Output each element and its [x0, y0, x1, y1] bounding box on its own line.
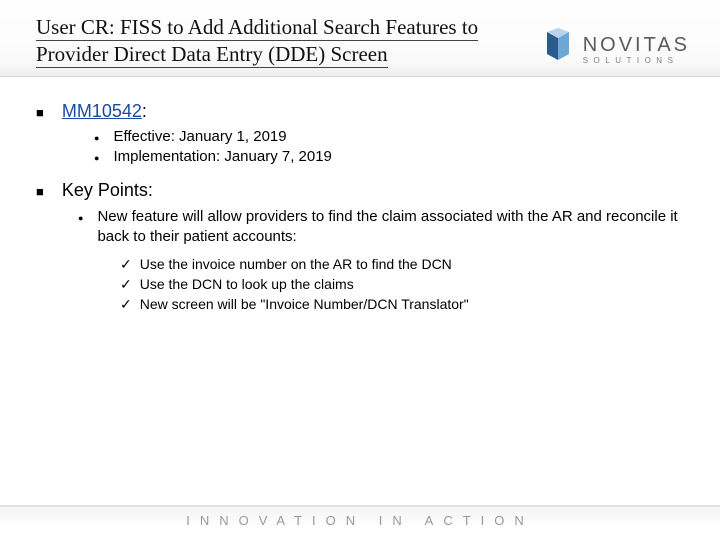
logo-sub-text: SOLUTIONS: [583, 56, 690, 65]
section-mm10542: ■ MM10542:: [36, 101, 684, 124]
list-item: ✓ Use the invoice number on the AR to fi…: [120, 256, 684, 273]
slide-header: User CR: FISS to Add Additional Search F…: [0, 0, 720, 77]
logo-text: NOVITAS SOLUTIONS: [583, 34, 690, 65]
colon-text: :: [142, 101, 147, 121]
square-bullet-icon: ■: [36, 103, 44, 124]
implementation-date: Implementation: January 7, 2019: [113, 148, 331, 165]
check-text: Use the DCN to look up the claims: [140, 276, 354, 292]
section-key-points: ■ Key Points:: [36, 180, 684, 203]
effective-date: Effective: January 1, 2019: [113, 128, 286, 145]
slide-footer: INNOVATION IN ACTION: [0, 505, 720, 528]
key-points-label: Key Points:: [62, 180, 153, 201]
list-item: ✓ New screen will be "Invoice Number/DCN…: [120, 296, 684, 313]
feature-description: New feature will allow providers to find…: [97, 207, 684, 248]
mm10542-details: ● Effective: January 1, 2019 ● Implement…: [94, 128, 684, 167]
check-list: ✓ Use the invoice number on the AR to fi…: [120, 256, 684, 313]
logo-mark-icon: [541, 28, 575, 70]
novitas-logo: NOVITAS SOLUTIONS: [541, 14, 690, 70]
logo-main-text: NOVITAS: [583, 34, 690, 57]
dot-bullet-icon: ●: [94, 151, 99, 166]
key-points-desc: ● New feature will allow providers to fi…: [78, 207, 684, 248]
check-text: New screen will be "Invoice Number/DCN T…: [140, 296, 469, 312]
square-bullet-icon: ■: [36, 182, 44, 203]
mm10542-link[interactable]: MM10542: [62, 101, 142, 121]
dot-bullet-icon: ●: [94, 131, 99, 146]
check-text: Use the invoice number on the AR to find…: [140, 256, 452, 272]
list-item: ● Implementation: January 7, 2019: [94, 148, 684, 166]
list-item: ✓ Use the DCN to look up the claims: [120, 276, 684, 293]
list-item: ● Effective: January 1, 2019: [94, 128, 684, 146]
slide-title: User CR: FISS to Add Additional Search F…: [36, 14, 541, 68]
check-icon: ✓: [120, 256, 132, 273]
check-icon: ✓: [120, 296, 132, 313]
slide-body: ■ MM10542: ● Effective: January 1, 2019 …: [0, 77, 720, 313]
check-icon: ✓: [120, 276, 132, 293]
dot-bullet-icon: ●: [78, 211, 83, 226]
